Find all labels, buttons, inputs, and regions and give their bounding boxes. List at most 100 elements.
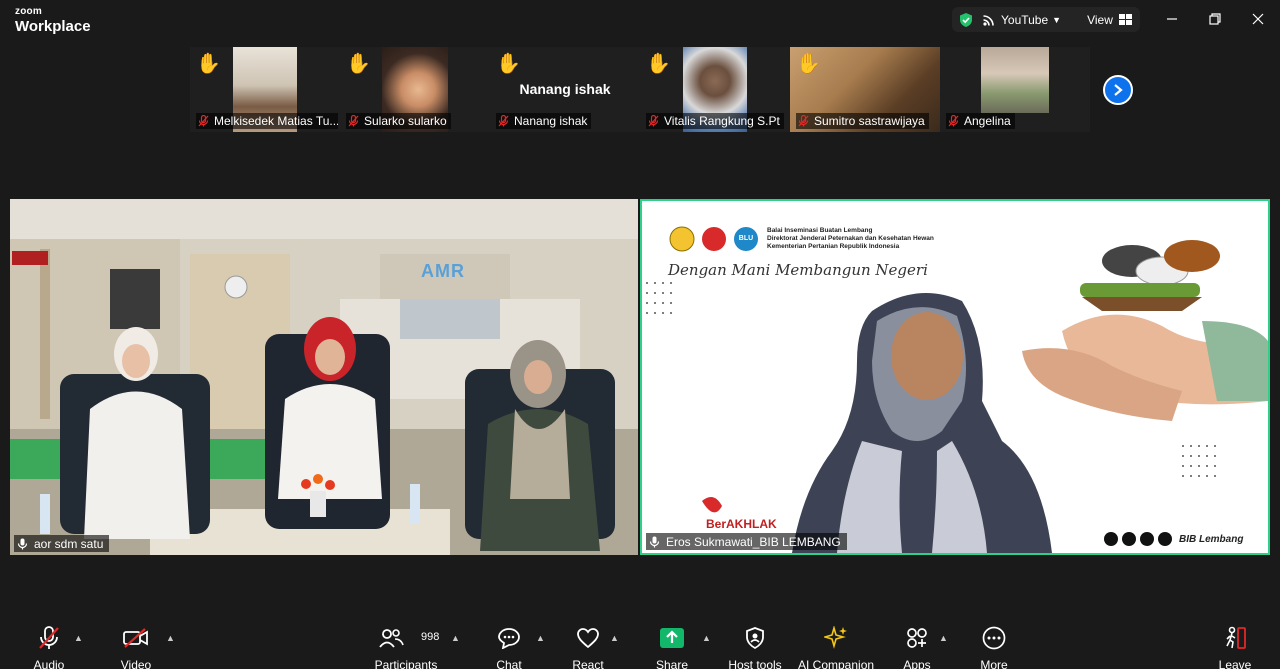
restore-icon bbox=[1209, 13, 1221, 25]
blu-badge: BLU bbox=[738, 235, 754, 242]
leave-button[interactable]: Leave bbox=[1216, 623, 1254, 669]
close-button[interactable] bbox=[1248, 9, 1268, 29]
participant-tile[interactable]: ✋ Melkisedek Matias Tu... bbox=[190, 47, 340, 132]
tiktok-icon bbox=[1104, 532, 1118, 546]
participant-name: Melkisedek Matias Tu... bbox=[214, 114, 338, 128]
participants-label: Participants bbox=[374, 658, 438, 669]
apps-button[interactable]: Apps bbox=[899, 623, 935, 669]
participant-tile[interactable]: Angelina bbox=[940, 47, 1090, 132]
institution-header: Balai Inseminasi Buatan Lembang Direktor… bbox=[767, 227, 934, 251]
raised-hand-icon: ✋ bbox=[646, 53, 671, 75]
mic-muted-icon bbox=[498, 115, 509, 127]
ai-companion-button[interactable]: AI Companion bbox=[798, 623, 874, 669]
share-button[interactable]: Share bbox=[653, 623, 691, 669]
ai-companion-label: AI Companion bbox=[798, 658, 875, 669]
participant-name-tag: Eros Sukmawati_BIB LEMBANG bbox=[646, 533, 847, 550]
video-off-icon bbox=[123, 628, 148, 648]
minimize-button[interactable] bbox=[1162, 9, 1182, 29]
livestream-icon bbox=[983, 14, 994, 26]
audio-button[interactable]: Audio bbox=[27, 623, 71, 669]
apps-options-caret[interactable]: ▲ bbox=[939, 633, 948, 643]
participants-icon bbox=[379, 629, 404, 648]
audio-options-caret[interactable]: ▲ bbox=[74, 633, 83, 643]
chat-button[interactable]: Chat bbox=[490, 623, 528, 669]
video-label: Video bbox=[120, 658, 152, 669]
sparkle-icon bbox=[824, 626, 847, 649]
main-video-tile[interactable]: AMR aor sdm satu bbox=[10, 199, 638, 555]
mic-muted-icon bbox=[198, 115, 209, 127]
more-button[interactable]: More bbox=[976, 623, 1012, 669]
heart-icon bbox=[577, 628, 599, 649]
participant-strip: ✋ Melkisedek Matias Tu... ✋ Sularko sula… bbox=[190, 47, 1090, 132]
restore-button[interactable] bbox=[1205, 9, 1225, 29]
encryption-shield-icon[interactable] bbox=[958, 12, 974, 28]
close-icon bbox=[1252, 13, 1264, 25]
raised-hand-icon: ✋ bbox=[796, 53, 821, 75]
chat-label: Chat bbox=[496, 658, 522, 669]
share-screen-icon bbox=[660, 628, 684, 648]
participant-name-tag: aor sdm satu bbox=[14, 535, 110, 552]
active-speaker-tile[interactable]: Balai Inseminasi Buatan Lembang Direktor… bbox=[640, 199, 1270, 555]
leave-icon bbox=[1226, 626, 1246, 649]
participant-name-tag: Melkisedek Matias Tu... bbox=[196, 113, 338, 129]
participants-count: 998 bbox=[421, 631, 440, 643]
participant-name-tag: Sularko sularko bbox=[346, 113, 451, 129]
host-tools-label: Host tools bbox=[728, 658, 782, 669]
header-line: Kementerian Pertanian Republik Indonesia bbox=[767, 243, 900, 250]
mic-muted-icon bbox=[648, 115, 659, 127]
participant-name: Vitalis Rangkung S.Pt bbox=[664, 114, 780, 128]
view-button[interactable]: View bbox=[1087, 13, 1113, 27]
participants-button[interactable]: Participants bbox=[372, 623, 440, 669]
more-label: More bbox=[980, 658, 1008, 669]
host-tools-button[interactable]: Host tools bbox=[726, 623, 784, 669]
mic-icon bbox=[17, 538, 28, 549]
share-label: Share bbox=[655, 658, 689, 669]
header-line: Balai Inseminasi Buatan Lembang bbox=[767, 227, 873, 234]
slogan-text: Dengan Mani Membangun Negeri bbox=[668, 261, 928, 279]
brand-large: Workplace bbox=[15, 18, 91, 35]
header-line: Direktorat Jenderal Peternakan dan Keseh… bbox=[767, 235, 934, 242]
app-logo: zoom Workplace bbox=[15, 7, 91, 35]
gallery-grid-icon[interactable] bbox=[1118, 14, 1132, 25]
participant-name-tag: Sumitro sastrawijaya bbox=[796, 113, 929, 129]
participant-name: Nanang ishak bbox=[514, 114, 588, 128]
participant-name: Eros Sukmawati_BIB LEMBANG bbox=[666, 534, 841, 549]
next-page-button[interactable] bbox=[1103, 75, 1133, 105]
facebook-icon bbox=[1122, 532, 1136, 546]
chat-options-caret[interactable]: ▲ bbox=[536, 633, 545, 643]
participant-tile[interactable]: ✋ Sumitro sastrawijaya bbox=[790, 47, 940, 132]
video-options-caret[interactable]: ▲ bbox=[166, 633, 175, 643]
participant-name-tag: Vitalis Rangkung S.Pt bbox=[646, 113, 784, 129]
participant-video bbox=[981, 47, 1049, 113]
react-options-caret[interactable]: ▲ bbox=[610, 633, 619, 643]
social-handle: BIB Lembang bbox=[1179, 533, 1244, 545]
participants-options-caret[interactable]: ▲ bbox=[451, 633, 460, 643]
apps-label: Apps bbox=[903, 658, 931, 669]
participant-avatar-name: Nanang ishak bbox=[519, 81, 611, 97]
participant-tile[interactable]: ✋ Sularko sularko bbox=[340, 47, 490, 132]
leave-label: Leave bbox=[1218, 658, 1252, 669]
video-button[interactable]: Video bbox=[114, 623, 158, 669]
mic-muted-icon bbox=[39, 626, 59, 649]
stream-target-label[interactable]: YouTube bbox=[1001, 13, 1048, 27]
audio-label: Audio bbox=[33, 658, 65, 669]
virtual-background bbox=[642, 201, 1268, 553]
meeting-toolbar: Audio ▲ Video ▲ Participants 998 ▲ Chat … bbox=[0, 619, 1280, 669]
participant-tile[interactable]: ✋ Nanang ishak Nanang ishak bbox=[490, 47, 640, 132]
minimize-icon bbox=[1167, 18, 1177, 20]
raised-hand-icon: ✋ bbox=[196, 53, 221, 75]
shield-icon bbox=[746, 627, 764, 649]
react-button[interactable]: React bbox=[569, 623, 607, 669]
mic-icon bbox=[649, 536, 660, 547]
meeting-status-pill: YouTube ▼ View bbox=[952, 7, 1140, 32]
participant-name: Sularko sularko bbox=[364, 114, 447, 128]
chat-icon bbox=[498, 628, 520, 649]
participant-name: Angelina bbox=[964, 114, 1011, 128]
social-bar: BIB Lembang bbox=[1104, 532, 1243, 546]
participant-tile[interactable]: ✋ Vitalis Rangkung S.Pt bbox=[640, 47, 790, 132]
chevron-down-icon[interactable]: ▼ bbox=[1052, 15, 1061, 25]
raised-hand-icon: ✋ bbox=[346, 53, 371, 75]
chevron-right-icon bbox=[1114, 84, 1123, 96]
share-options-caret[interactable]: ▲ bbox=[702, 633, 711, 643]
more-dots-icon bbox=[982, 626, 1006, 650]
